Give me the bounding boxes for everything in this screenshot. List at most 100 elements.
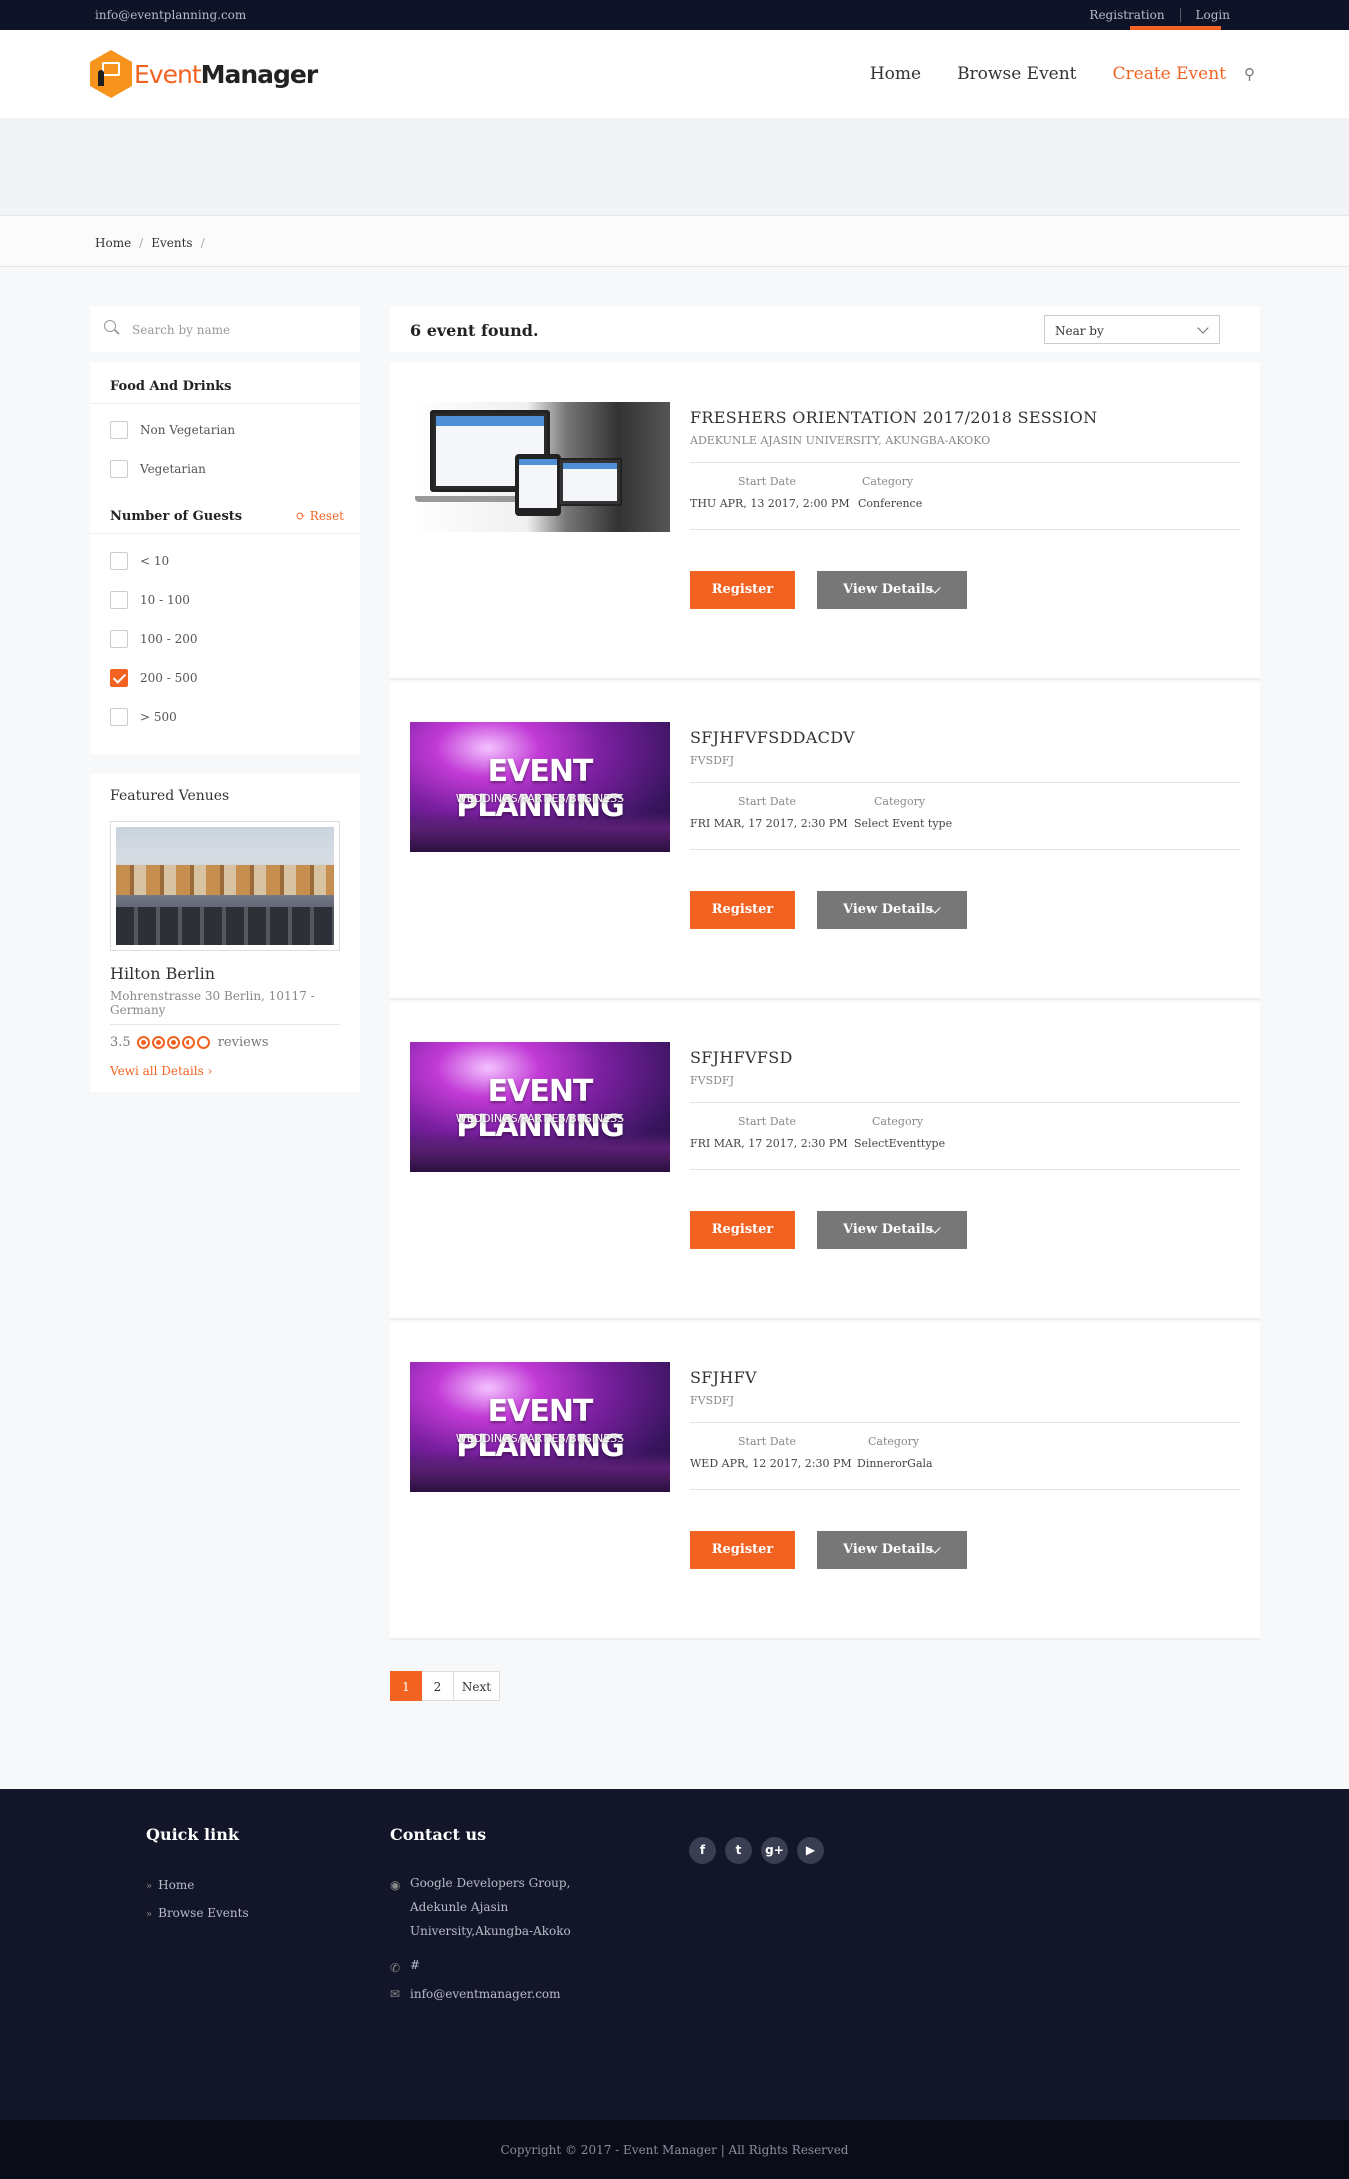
view-details-button[interactable]: View Details	[817, 1211, 967, 1249]
results-bar: 6 event found. Near by	[390, 306, 1260, 352]
register-button[interactable]: Register	[690, 571, 795, 609]
filter-vegetarian[interactable]: Vegetarian	[110, 460, 206, 478]
logo-text-event: Event	[134, 59, 202, 89]
filter-guests-200-500[interactable]: 200 - 500	[110, 669, 198, 687]
checkbox[interactable]	[110, 552, 128, 570]
search-box[interactable]: Search by name	[90, 306, 360, 352]
next-page-button[interactable]: Next	[454, 1671, 500, 1701]
checkbox-label: Non Vegetarian	[140, 423, 236, 437]
search-icon[interactable]: ⚲	[1244, 65, 1255, 83]
checkbox-label: 200 - 500	[140, 671, 198, 685]
event-card: FRESHERS ORIENTATION 2017/2018 SESSION A…	[390, 362, 1260, 680]
start-date-label: Start Date	[738, 1435, 796, 1448]
nav-home[interactable]: Home	[870, 64, 921, 84]
checkbox-label: Vegetarian	[140, 462, 206, 476]
reset-button[interactable]: ⟳ Reset	[296, 509, 344, 523]
event-meta: Start Date Category FRI MAR, 17 2017, 2:…	[690, 782, 1240, 850]
venue-address: Mohrenstrasse 30 Berlin, 10117 - Germany	[110, 989, 315, 1017]
event-location: FVSDFJ	[690, 1394, 734, 1407]
site-footer: Quick link » Home » Browse Events Contact …	[0, 1789, 1349, 2120]
checkbox-checked[interactable]	[110, 669, 128, 687]
map-pin-icon: ◉	[390, 1878, 401, 1892]
mail-icon: ✉	[390, 1987, 401, 2001]
venue-photo[interactable]	[110, 821, 340, 951]
youtube-icon[interactable]: ▶	[797, 1837, 824, 1864]
logo[interactable]: Event Manager	[90, 50, 318, 98]
register-button[interactable]: Register	[690, 891, 795, 929]
view-details-label: View Details	[843, 582, 933, 597]
page-1-button[interactable]: 1	[390, 1671, 422, 1701]
site-header: Event Manager Home Browse Event Create Ev…	[0, 30, 1349, 118]
featured-venues: Featured Venues Hilton Berlin Mohrenstra…	[90, 774, 360, 1092]
filter-guests-lt10[interactable]: < 10	[110, 552, 169, 570]
footer-link-browse-events[interactable]: » Browse Events	[146, 1906, 249, 1920]
event-title[interactable]: SFJHFV	[690, 1368, 757, 1387]
category-label: Category	[862, 475, 914, 488]
view-details-label: View Details	[843, 902, 933, 917]
event-card: EVENT PLANNING WEDDINGS/PARTIES/BUSINESS S…	[390, 1002, 1260, 1320]
checkbox-label: 10 - 100	[140, 593, 190, 607]
start-date-value: THU APR, 13 2017, 2:00 PM	[690, 497, 850, 510]
login-link[interactable]: Login	[1179, 8, 1245, 22]
filter-panel: Food And Drinks Non Vegetarian Vegetaria…	[90, 362, 360, 754]
view-details-label: View Details	[843, 1542, 933, 1557]
event-title[interactable]: SFJHFVFSDDACDV	[690, 728, 855, 747]
registration-link[interactable]: Registration	[1074, 8, 1179, 22]
venue-rating: 3.5 reviews	[110, 1024, 340, 1050]
filter-guests-10-100[interactable]: 10 - 100	[110, 591, 190, 609]
nav-browse-event[interactable]: Browse Event	[957, 64, 1076, 84]
page-2-button[interactable]: 2	[422, 1671, 454, 1701]
search-input[interactable]: Search by name	[132, 323, 230, 337]
view-all-details-link[interactable]: Vewi all Details ›	[110, 1064, 212, 1078]
contact-email-footer[interactable]: info@eventmanager.com	[410, 1982, 561, 2006]
nav-create-event[interactable]: Create Event	[1113, 64, 1226, 84]
start-date-value: FRI MAR, 17 2017, 2:30 PM	[690, 1137, 848, 1150]
breadcrumb-events[interactable]: Events	[151, 236, 192, 250]
register-button[interactable]: Register	[690, 1211, 795, 1249]
checkbox[interactable]	[110, 708, 128, 726]
view-all-label: Vewi all Details	[110, 1064, 204, 1078]
footer-link-label: Home	[158, 1878, 195, 1892]
register-button[interactable]: Register	[690, 1531, 795, 1569]
footer-link-home[interactable]: » Home	[146, 1878, 194, 1892]
double-chevron-icon: »	[146, 1909, 153, 1920]
sort-select[interactable]: Near by	[1044, 315, 1220, 344]
event-image[interactable]: EVENT PLANNING WEDDINGS/PARTIES/BUSINESS	[410, 1362, 670, 1492]
reviews-label: reviews	[217, 1035, 269, 1050]
event-meta: Start Date Category WED APR, 12 2017, 2:…	[690, 1422, 1240, 1490]
contact-phone[interactable]: #	[410, 1953, 420, 1977]
venue-name[interactable]: Hilton Berlin	[110, 964, 215, 983]
event-image[interactable]: EVENT PLANNING WEDDINGS/PARTIES/BUSINESS	[410, 722, 670, 852]
image-tagline: WEDDINGS/PARTIES/BUSINESS	[455, 1432, 625, 1445]
checkbox[interactable]	[110, 630, 128, 648]
event-image[interactable]	[410, 402, 670, 532]
page-banner	[0, 118, 1349, 215]
checkbox[interactable]	[110, 460, 128, 478]
filter-guests-gt500[interactable]: > 500	[110, 708, 177, 726]
view-details-button[interactable]: View Details	[817, 1531, 967, 1569]
start-date-value: FRI MAR, 17 2017, 2:30 PM	[690, 817, 848, 830]
address-line: Adekunle Ajasin	[410, 1900, 509, 1914]
event-title[interactable]: FRESHERS ORIENTATION 2017/2018 SESSION	[690, 408, 1097, 427]
twitter-icon[interactable]: t	[725, 1837, 752, 1864]
category-label: Category	[872, 1115, 924, 1128]
google-plus-icon[interactable]: g+	[761, 1837, 788, 1864]
event-title[interactable]: SFJHFVFSD	[690, 1048, 793, 1067]
filter-guests-100-200[interactable]: 100 - 200	[110, 630, 198, 648]
breadcrumb-home[interactable]: Home	[95, 236, 131, 250]
chevron-right-icon: ›	[207, 1064, 213, 1078]
filter-non-vegetarian[interactable]: Non Vegetarian	[110, 421, 235, 439]
checkbox[interactable]	[110, 421, 128, 439]
event-location: ADEKUNLE AJASIN UNIVERSITY, AKUNGBA-AKOK…	[690, 434, 991, 447]
double-chevron-icon: »	[146, 1881, 153, 1892]
category-label: Category	[868, 1435, 920, 1448]
category-value: Select Event type	[854, 817, 953, 830]
event-image[interactable]: EVENT PLANNING WEDDINGS/PARTIES/BUSINESS	[410, 1042, 670, 1172]
quick-links-title: Quick link	[146, 1825, 239, 1844]
category-value: DinnerorGala	[857, 1457, 933, 1470]
checkbox[interactable]	[110, 591, 128, 609]
facebook-icon[interactable]: f	[689, 1837, 716, 1864]
contact-email[interactable]: info@eventplanning.com	[95, 8, 246, 22]
view-details-button[interactable]: View Details	[817, 891, 967, 929]
view-details-button[interactable]: View Details	[817, 571, 967, 609]
